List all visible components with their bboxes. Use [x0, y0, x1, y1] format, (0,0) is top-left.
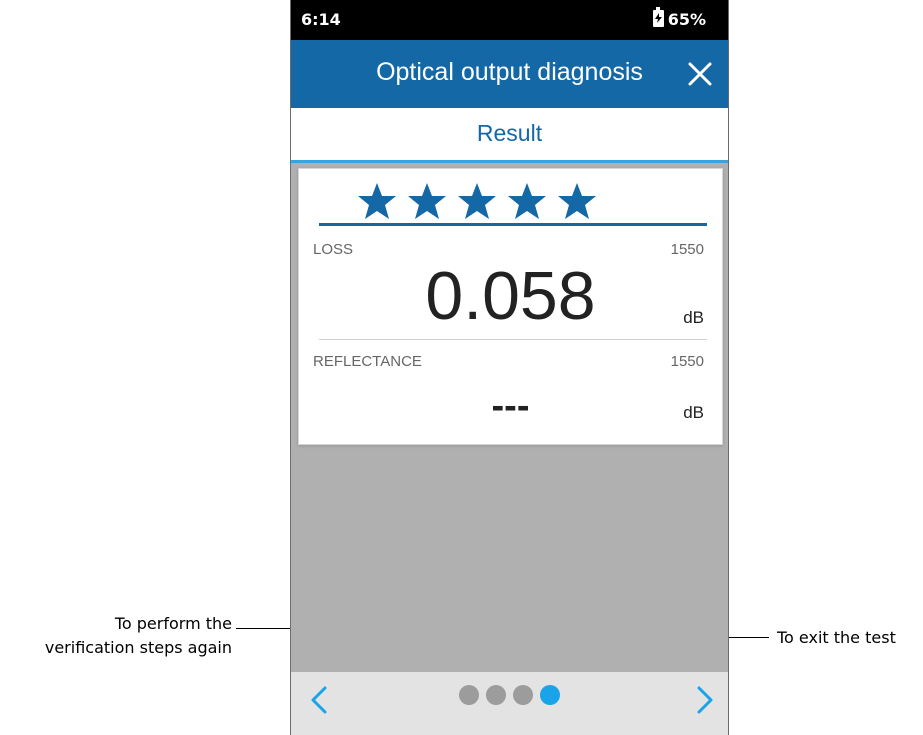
close-icon[interactable] [686, 60, 714, 88]
status-bar: 6:14 65% [291, 0, 728, 40]
reflectance-label: REFLECTANCE [313, 353, 422, 370]
loss-unit: dB [683, 308, 704, 327]
status-battery: 65% [652, 7, 706, 29]
bottom-nav-bar [291, 672, 728, 735]
battery-percent: 65% [667, 10, 706, 29]
page-dot [459, 685, 479, 705]
status-time: 6:14 [301, 10, 341, 29]
loss-label: LOSS [313, 241, 354, 258]
star-icon [558, 183, 596, 219]
reflectance-value: --- [491, 385, 530, 427]
device-screen: 6:14 65% Optical output diagnosis Result… [290, 0, 729, 735]
annotation-right: To exit the test [777, 628, 896, 647]
result-card: LOSS 1550 0.058 dB REFLECTANCE 1550 --- … [298, 168, 723, 445]
tab-bar: Result [291, 108, 728, 163]
tab-result[interactable]: Result [291, 120, 728, 147]
annotation-left: To perform the verification steps again [0, 612, 232, 660]
page-dot [540, 685, 560, 705]
page-indicator [459, 685, 560, 705]
chevron-right-icon[interactable] [689, 680, 719, 720]
rating-stars [357, 181, 597, 225]
loss-value: 0.058 [425, 258, 596, 334]
star-icon [358, 183, 396, 219]
battery-charging-icon [652, 7, 664, 27]
reflectance-unit: dB [683, 403, 704, 422]
page-dot [513, 685, 533, 705]
chevron-left-icon[interactable] [305, 680, 335, 720]
star-icon [508, 183, 546, 219]
rating-underline [319, 223, 707, 226]
star-icon [408, 183, 446, 219]
page-dot [486, 685, 506, 705]
page-title: Optical output diagnosis [376, 58, 643, 86]
app-bar: Optical output diagnosis [291, 40, 728, 108]
annotation-left-line1: To perform the [114, 614, 232, 633]
star-icon [458, 183, 496, 219]
reflectance-wavelength: 1550 [670, 353, 704, 370]
section-divider [319, 339, 707, 340]
annotation-left-line2: verification steps again [44, 638, 232, 657]
loss-wavelength: 1550 [670, 241, 704, 258]
